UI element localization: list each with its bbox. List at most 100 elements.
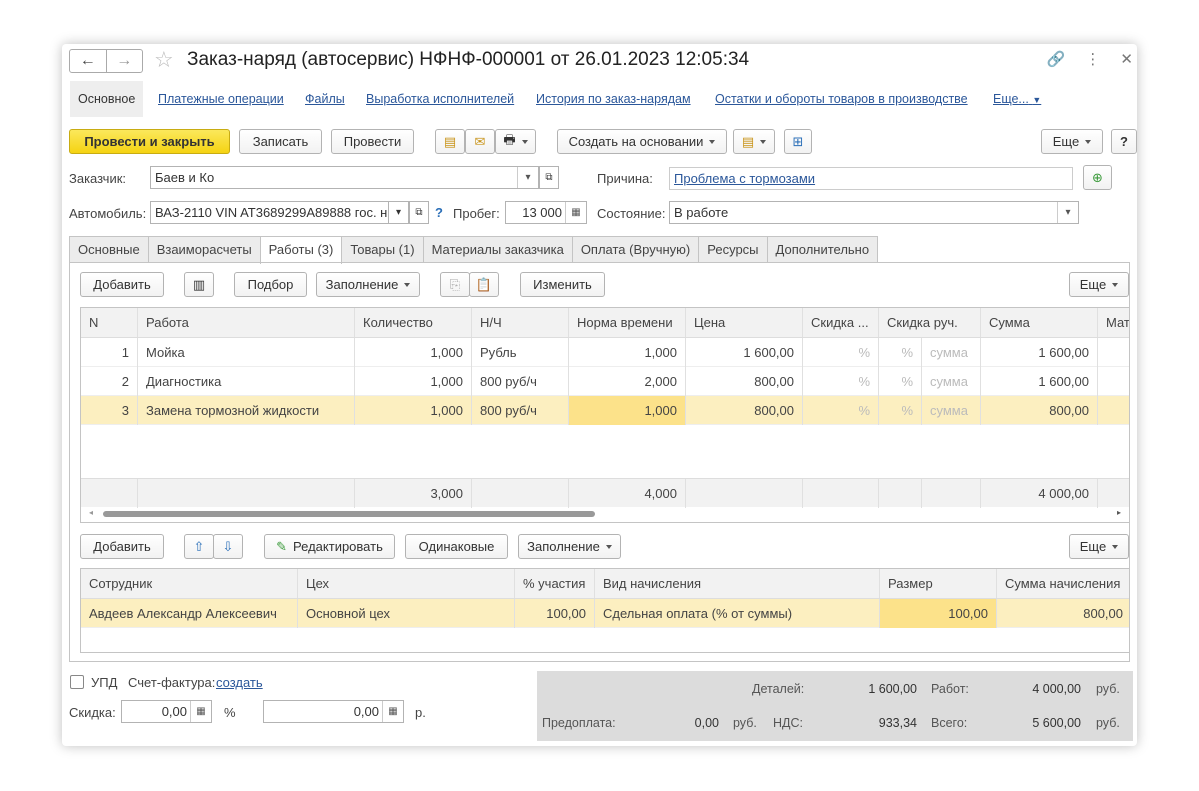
col-accrual[interactable]: Сумма начисления bbox=[997, 569, 1129, 598]
scroll-thumb[interactable] bbox=[103, 511, 595, 517]
cell-norm: 1,000 bbox=[569, 338, 686, 367]
document-icon[interactable]: ▤ bbox=[733, 129, 775, 154]
paste-icon[interactable]: 📋 bbox=[469, 272, 499, 297]
state-field[interactable]: В работе ▾ bbox=[669, 201, 1079, 224]
car-open-icon[interactable]: ⧉ bbox=[409, 201, 429, 224]
reason-field[interactable]: Проблема с тормозами bbox=[669, 167, 1073, 190]
staff-fill-button[interactable]: Заполнение bbox=[518, 534, 621, 559]
col-shop[interactable]: Цех bbox=[298, 569, 515, 598]
post-button[interactable]: Провести bbox=[331, 129, 414, 154]
scroll-right-icon[interactable]: ▸ bbox=[1117, 508, 1121, 517]
state-dropdown-icon[interactable]: ▾ bbox=[1057, 202, 1078, 223]
col-price[interactable]: Цена bbox=[686, 308, 803, 337]
works-add-button[interactable]: Добавить bbox=[80, 272, 164, 297]
discount-pct-field[interactable]: 0,00 ▦ bbox=[121, 700, 212, 723]
col-size[interactable]: Размер bbox=[880, 569, 997, 598]
pick-button[interactable]: Подбор bbox=[234, 272, 307, 297]
nav-payments[interactable]: Платежные операции bbox=[158, 81, 284, 117]
change-button[interactable]: Изменить bbox=[520, 272, 605, 297]
mileage-field[interactable]: 13 000 ▦ bbox=[505, 201, 587, 224]
table-row[interactable]: 2 Диагностика 1,000 800 руб/ч 2,000 800,… bbox=[81, 367, 1129, 396]
col-work[interactable]: Работа bbox=[138, 308, 355, 337]
staff-add-button[interactable]: Добавить bbox=[80, 534, 164, 559]
tab-settlements[interactable]: Взаиморасчеты bbox=[147, 236, 261, 263]
invoice-create-link[interactable]: создать bbox=[216, 675, 263, 690]
total-sum: 4 000,00 bbox=[981, 479, 1098, 508]
nav-files[interactable]: Файлы bbox=[305, 81, 345, 117]
col-sum[interactable]: Сумма bbox=[981, 308, 1098, 337]
cell-size[interactable]: 100,00 bbox=[880, 599, 997, 628]
more-vertical-icon[interactable]: ⋮ bbox=[1085, 50, 1100, 68]
cell-work: Мойка bbox=[138, 338, 355, 367]
staff-more-button[interactable]: Еще bbox=[1069, 534, 1129, 559]
customer-value: Баев и Ко bbox=[155, 170, 215, 185]
back-arrow-icon[interactable]: ← bbox=[70, 50, 106, 72]
nav-main[interactable]: Основное bbox=[70, 81, 144, 117]
help-question-icon[interactable]: ? bbox=[435, 205, 443, 220]
calculator-icon[interactable]: ▦ bbox=[382, 701, 403, 722]
col-discount-manual[interactable]: Скидка руч. bbox=[879, 308, 981, 337]
parts-label: Деталей: bbox=[752, 682, 805, 696]
scroll-left-icon[interactable]: ◂ bbox=[89, 508, 93, 517]
add-reason-icon[interactable]: ⊕ bbox=[1083, 165, 1112, 190]
calculator-icon[interactable]: ▦ bbox=[565, 202, 586, 223]
same-button[interactable]: Одинаковые bbox=[405, 534, 508, 559]
cell-discount-amt: сумма bbox=[922, 367, 981, 396]
mail-icon[interactable]: ✉ bbox=[465, 129, 495, 154]
edit-button[interactable]: ✎ Редактировать bbox=[264, 534, 395, 559]
tab-works[interactable]: Работы (3) bbox=[259, 236, 343, 264]
col-qty[interactable]: Количество bbox=[355, 308, 472, 337]
col-nh[interactable]: Н/Ч bbox=[472, 308, 569, 337]
upd-checkbox[interactable] bbox=[70, 675, 84, 689]
tab-main[interactable]: Основные bbox=[69, 236, 149, 263]
col-kind[interactable]: Вид начисления bbox=[595, 569, 880, 598]
col-discount[interactable]: Скидка ... bbox=[803, 308, 879, 337]
col-norm[interactable]: Норма времени bbox=[569, 308, 686, 337]
customer-field[interactable]: Баев и Ко ▾ bbox=[150, 166, 539, 189]
tab-customer-materials[interactable]: Материалы заказчика bbox=[422, 236, 573, 263]
tab-resources[interactable]: Ресурсы bbox=[698, 236, 768, 263]
table-row[interactable]: 1 Мойка 1,000 Рубль 1,000 1 600,00 % % с… bbox=[81, 338, 1129, 367]
report-icon[interactable]: ▤ bbox=[435, 129, 465, 154]
nav-output[interactable]: Выработка исполнителей bbox=[366, 81, 514, 117]
tab-payment[interactable]: Оплата (Вручную) bbox=[571, 236, 700, 263]
favorite-star-icon[interactable]: ☆ bbox=[154, 47, 174, 73]
nav-stock[interactable]: Остатки и обороты товаров в производстве bbox=[715, 81, 968, 117]
post-close-button[interactable]: Провести и закрыть bbox=[69, 129, 230, 154]
table-row-selected[interactable]: 3 Замена тормозной жидкости 1,000 800 ру… bbox=[81, 396, 1129, 425]
print-icon[interactable]: 🖶 bbox=[495, 129, 536, 154]
table-row-selected[interactable]: Авдеев Александр Алексеевич Основной цех… bbox=[81, 599, 1129, 628]
move-down-icon[interactable]: ⇩ bbox=[213, 534, 243, 559]
copy-icon[interactable]: ⎘ bbox=[440, 272, 470, 297]
discount-rub-field[interactable]: 0,00 ▦ bbox=[263, 700, 404, 723]
tab-goods[interactable]: Товары (1) bbox=[341, 236, 424, 263]
forward-arrow-icon[interactable]: → bbox=[105, 50, 143, 72]
structure-icon[interactable]: ⊞ bbox=[784, 129, 812, 154]
works-fill-button[interactable]: Заполнение bbox=[316, 272, 420, 297]
help-button[interactable]: ? bbox=[1111, 129, 1137, 154]
save-button[interactable]: Записать bbox=[239, 129, 322, 154]
barcode-icon[interactable]: ▥ bbox=[184, 272, 214, 297]
col-materials[interactable]: Мат bbox=[1098, 308, 1129, 337]
dropdown-arrow-icon[interactable]: ▾ bbox=[517, 167, 538, 188]
nav-history[interactable]: История по заказ-нарядам bbox=[536, 81, 691, 117]
col-pct[interactable]: % участия bbox=[515, 569, 595, 598]
horizontal-scrollbar[interactable]: ◂ ▸ bbox=[81, 508, 1129, 520]
works-more-button[interactable]: Еще bbox=[1069, 272, 1129, 297]
col-n[interactable]: N bbox=[81, 308, 138, 337]
col-employee[interactable]: Сотрудник bbox=[81, 569, 298, 598]
create-based-button[interactable]: Создать на основании bbox=[557, 129, 727, 154]
nav-more[interactable]: Еще... ▼ bbox=[993, 81, 1041, 117]
link-icon[interactable]: 🔗 bbox=[1047, 50, 1066, 68]
car-field[interactable]: ВАЗ-2110 VIN AT3689299A89888 гос. н bbox=[150, 201, 410, 224]
state-value: В работе bbox=[674, 205, 729, 220]
total-norm: 4,000 bbox=[569, 479, 686, 508]
more-button[interactable]: Еще bbox=[1041, 129, 1103, 154]
move-up-icon[interactable]: ⇧ bbox=[184, 534, 214, 559]
calculator-icon[interactable]: ▦ bbox=[190, 701, 211, 722]
tab-additional[interactable]: Дополнительно bbox=[766, 236, 879, 263]
cell-norm[interactable]: 1,000 bbox=[569, 396, 686, 425]
open-icon[interactable]: ⧉ bbox=[539, 166, 559, 189]
car-dropdown-icon[interactable]: ▾ bbox=[388, 201, 409, 224]
close-icon[interactable]: ✕ bbox=[1120, 50, 1133, 68]
